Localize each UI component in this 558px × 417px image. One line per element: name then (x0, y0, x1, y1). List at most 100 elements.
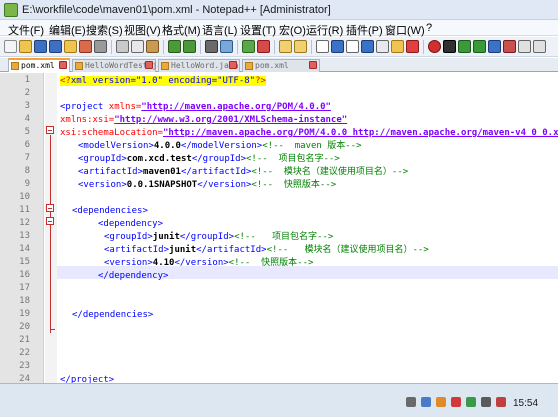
menu-macro[interactable]: 宏(O) (279, 22, 306, 38)
tray-arrow-icon[interactable] (406, 397, 416, 407)
close-tab-icon[interactable] (309, 61, 317, 69)
notepadpp-app-icon[interactable] (4, 3, 18, 17)
tray-keyboard-icon[interactable] (421, 397, 431, 407)
tab-bar: pom.xml HelloWordTest.java HelloWord.jav… (0, 58, 558, 72)
indent-guide-icon[interactable] (346, 40, 359, 53)
window-title: E:\workfile\code\maven01\pom.xml - Notep… (22, 4, 331, 16)
line-number: 20 (19, 322, 30, 332)
paste-icon[interactable] (146, 40, 159, 53)
close-tab-icon[interactable] (145, 61, 153, 69)
tab-pom-xml[interactable]: pom.xml (8, 58, 70, 72)
redo-icon[interactable] (183, 40, 196, 53)
code-line-14: <artifactId>junit</artifactId><!-- 模块名（建… (104, 245, 429, 255)
menu-window[interactable]: 窗口(W) (385, 22, 425, 38)
stop-recording-icon[interactable] (443, 40, 456, 53)
close-all-icon[interactable] (79, 40, 92, 53)
cut-icon[interactable] (116, 40, 129, 53)
run-macro-multiple-icon[interactable] (473, 40, 486, 53)
save-macro-icon[interactable] (488, 40, 501, 53)
toolbar-separator (237, 40, 238, 54)
system-clock[interactable]: 15:54 (513, 398, 538, 409)
show-all-characters-icon[interactable] (331, 40, 344, 53)
code-line-4: xmlns:xsi="http://www.w3.org/2001/XMLSch… (60, 115, 348, 125)
find-icon[interactable] (205, 40, 218, 53)
code-line-9: <version>0.0.1SNAPSHOT</version><!-- 快照版… (78, 180, 337, 190)
fold-toggle-dependency[interactable] (46, 217, 54, 225)
line-number: 8 (24, 166, 30, 176)
language-udl-icon[interactable] (361, 40, 374, 53)
playback-macro-icon[interactable] (458, 40, 471, 53)
fold-end-marker (50, 329, 55, 330)
line-number: 3 (24, 101, 30, 111)
folder-workspace-icon[interactable] (406, 40, 419, 53)
toolbar-overflow-icon[interactable] (533, 40, 546, 53)
line-number: 9 (24, 179, 30, 189)
save-all-icon[interactable] (49, 40, 62, 53)
line-number: 17 (19, 283, 30, 293)
code-line-11: <dependencies> (72, 206, 148, 216)
tray-app-icon[interactable] (436, 397, 446, 407)
undo-icon[interactable] (168, 40, 181, 53)
title-bar: E:\workfile\code\maven01\pom.xml - Notep… (0, 0, 558, 20)
line-number: 11 (19, 205, 30, 215)
fold-toggle-dependencies[interactable] (46, 204, 54, 212)
line-number: 1 (24, 75, 30, 85)
menu-plugins[interactable]: 插件(P) (346, 22, 383, 38)
toolbar-separator (163, 40, 164, 54)
sync-vertical-icon[interactable] (279, 40, 292, 53)
close-tab-icon[interactable] (229, 61, 237, 69)
tray-volume-icon[interactable] (481, 397, 491, 407)
code-line-13: <groupId>junit</groupId><!-- 项目包名字--> (104, 232, 334, 242)
taskbar: 15:54 (0, 383, 558, 417)
print-icon[interactable] (94, 40, 107, 53)
menu-run[interactable]: 运行(R) (306, 22, 343, 38)
code-line-8: <artifactId>maven01</artifactId><!-- 模块名… (78, 167, 409, 177)
tray-network-icon[interactable] (466, 397, 476, 407)
tab-pom-xml-2[interactable]: pom.xml (242, 59, 320, 72)
line-number: 14 (19, 244, 30, 254)
menu-view[interactable]: 视图(V) (124, 22, 161, 38)
sync-horizontal-icon[interactable] (294, 40, 307, 53)
menu-edit[interactable]: 编辑(E) (49, 22, 86, 38)
record-macro-icon[interactable] (428, 40, 441, 53)
line-number: 2 (24, 88, 30, 98)
saved-file-icon (161, 62, 169, 70)
tray-antivirus-icon[interactable] (451, 397, 461, 407)
line-number: 21 (19, 335, 30, 345)
text-editor[interactable]: 1 2 3 4 5 6 7 8 9 10 11 12 13 14 15 16 1… (0, 73, 558, 383)
menu-help[interactable]: ? (426, 22, 432, 34)
fold-toggle-project[interactable] (46, 126, 54, 134)
replace-icon[interactable] (220, 40, 233, 53)
close-tab-icon[interactable] (59, 61, 67, 69)
zoom-out-icon[interactable] (257, 40, 270, 53)
function-list-icon[interactable] (391, 40, 404, 53)
plugin-icon[interactable] (518, 40, 531, 53)
line-number: 12 (19, 218, 30, 228)
saved-file-icon (75, 62, 83, 70)
zoom-in-icon[interactable] (242, 40, 255, 53)
tab-hellowordtest-java[interactable]: HelloWordTest.java (72, 59, 172, 72)
line-number: 6 (24, 140, 30, 150)
tab-helloword-java[interactable]: HelloWord.java (158, 59, 240, 72)
code-line-1: <?xml version="1.0" encoding="UTF-8"?> (60, 76, 266, 86)
save-icon[interactable] (34, 40, 47, 53)
close-file-icon[interactable] (64, 40, 77, 53)
line-number: 19 (19, 309, 30, 319)
copy-icon[interactable] (131, 40, 144, 53)
line-number: 16 (19, 270, 30, 280)
code-line-24: </project> (60, 375, 115, 383)
line-number: 7 (24, 153, 30, 163)
new-file-icon[interactable] (4, 40, 17, 53)
menu-language[interactable]: 语言(L) (202, 22, 237, 38)
word-wrap-icon[interactable] (316, 40, 329, 53)
document-map-icon[interactable] (376, 40, 389, 53)
menu-format[interactable]: 格式(M) (162, 22, 201, 38)
open-file-icon[interactable] (19, 40, 32, 53)
menu-search[interactable]: 搜索(S) (86, 22, 123, 38)
menu-settings[interactable]: 设置(T) (240, 22, 276, 38)
line-number: 13 (19, 231, 30, 241)
fold-margin (45, 73, 57, 383)
spell-check-icon[interactable] (503, 40, 516, 53)
tray-ime-icon[interactable] (496, 397, 506, 407)
menu-file[interactable]: 文件(F) (8, 22, 44, 38)
